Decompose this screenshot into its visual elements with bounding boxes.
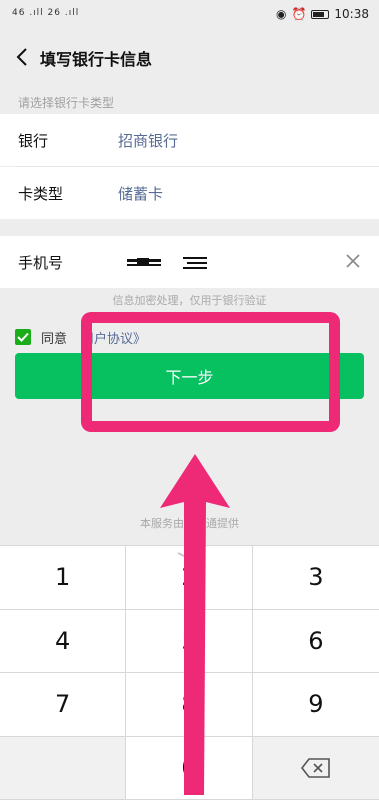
bank-label: 银行: [18, 131, 49, 150]
status-icons: ◉ ⏰ 10:38: [276, 7, 369, 21]
phone-label: 手机号: [18, 253, 64, 272]
bank-value[interactable]: 招商银行: [118, 130, 178, 151]
key-0[interactable]: 0: [126, 736, 253, 800]
key-7[interactable]: 7: [0, 673, 127, 737]
agree-label: 同意: [41, 331, 68, 347]
keypad-collapse-icon[interactable]: [176, 551, 204, 561]
card-type-row[interactable]: 卡类型 储蓄卡: [0, 167, 379, 219]
battery-icon: [311, 9, 330, 19]
agreement-row: 同意 用户协议》: [15, 327, 146, 347]
card-type-value[interactable]: 储蓄卡: [118, 183, 163, 204]
key-6[interactable]: 6: [252, 609, 379, 673]
next-step-button[interactable]: 下一步: [15, 353, 364, 399]
bank-row[interactable]: 银行 招商银行: [0, 114, 379, 166]
key-9[interactable]: 9: [252, 673, 379, 737]
key-3[interactable]: 3: [252, 546, 379, 610]
card-type-label: 卡类型: [18, 184, 64, 203]
nav-bar: 填写银行卡信息: [0, 30, 379, 85]
clear-input-icon[interactable]: [343, 251, 363, 271]
backspace-icon: [300, 757, 330, 778]
alarm-icon: ⏰: [291, 7, 307, 21]
key-1[interactable]: 1: [0, 546, 127, 610]
provider-note: 本服务由财付通提供: [140, 517, 239, 530]
signal-indicators: 46 .ıll 26 .ıll: [12, 8, 80, 18]
back-arrow-icon[interactable]: [10, 43, 34, 71]
masked-phone-number: [127, 255, 211, 275]
clock-time: 10:38: [334, 7, 369, 21]
status-bar: 46 .ıll 26 .ıll ◉ ⏰ 10:38: [0, 0, 379, 30]
encryption-hint: 信息加密处理，仅用于银行验证: [112, 294, 267, 307]
page-title: 填写银行卡信息: [40, 50, 153, 69]
key-delete[interactable]: [252, 736, 379, 800]
numeric-keypad: 1 2 3 4 5 6 7 8 9 0: [0, 545, 379, 800]
key-8[interactable]: 8: [126, 673, 253, 737]
agree-checkbox[interactable]: [15, 329, 31, 345]
key-blank: [0, 736, 127, 800]
card-type-section-label: 请选择银行卡类型: [18, 96, 115, 110]
user-agreement-link[interactable]: 用户协议》: [81, 328, 146, 347]
key-5[interactable]: 5: [126, 609, 253, 673]
key-4[interactable]: 4: [0, 609, 127, 673]
eye-icon: ◉: [275, 7, 287, 21]
